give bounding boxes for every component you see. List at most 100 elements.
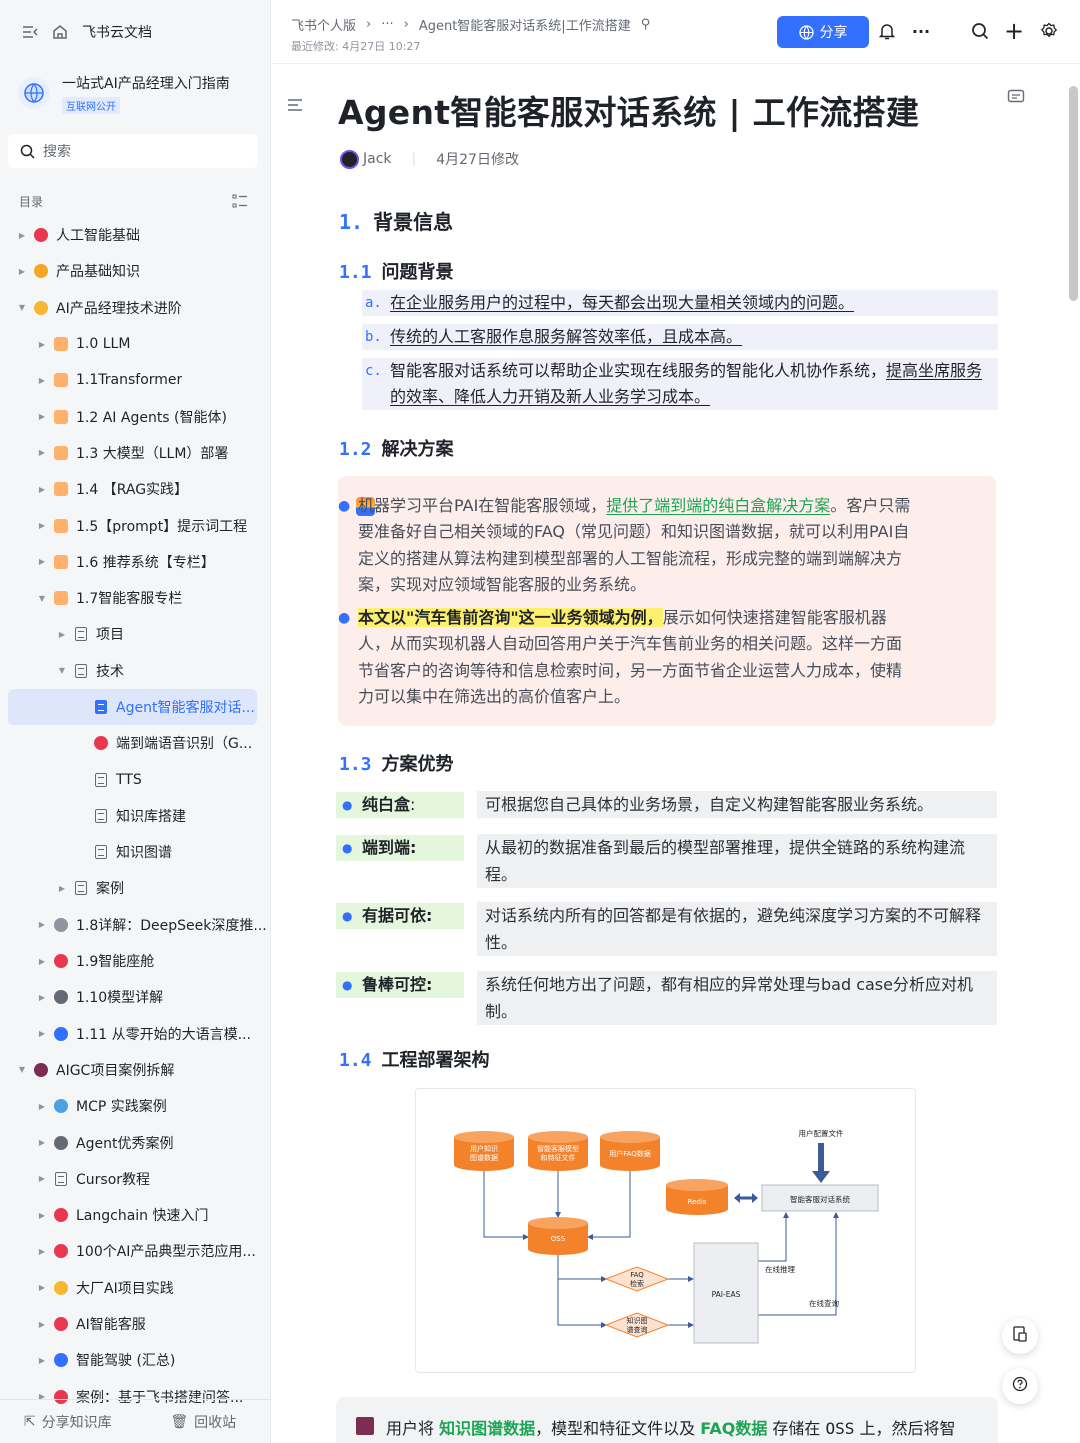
architecture-diagram[interactable]: 用户知识 图谱数据 智能客服模型 和特征文件 用户FAQ数据 Redis OSS 用… (415, 1088, 916, 1373)
chevron-right-icon[interactable]: ▶ (56, 884, 68, 893)
sidebar-item[interactable]: ▼ 技术 (0, 653, 270, 689)
chevron-right-icon[interactable]: ▶ (36, 920, 48, 929)
sidebar-item[interactable]: ▼ AIGC项目案例拆解 (0, 1052, 270, 1088)
search-icon[interactable] (969, 20, 991, 42)
add-icon[interactable]: + (1003, 17, 1025, 45)
sidebar-item[interactable]: ▶ 100个AI产品典型示范应用... (0, 1233, 270, 1269)
chevron-right-icon[interactable]: ▶ (36, 412, 48, 421)
share-button[interactable]: 分享 (777, 16, 869, 48)
author-name[interactable]: Jack (363, 151, 392, 167)
chevron-right-icon[interactable]: ▶ (36, 1211, 48, 1220)
sidebar-item[interactable]: TTS (0, 761, 270, 797)
more-icon[interactable]: ··· (910, 20, 932, 42)
sidebar-item[interactable]: 知识图谱 (0, 834, 270, 870)
topbar: 飞书个人版 › ··· › Agent智能客服对话系统|工作流搭建 ⚲ 最近修改… (272, 0, 1080, 64)
comment-icon[interactable] (1007, 89, 1025, 109)
sidebar-item[interactable]: ▼ AI产品经理技术进阶 (0, 290, 270, 326)
scrollbar[interactable] (1066, 70, 1078, 1440)
sidebar-item[interactable]: Agent智能客服对话... (8, 688, 257, 726)
chevron-right-icon[interactable]: ▶ (36, 340, 48, 349)
sidebar-item[interactable]: ▶ 产品基础知识 (0, 253, 270, 289)
main-area: 飞书个人版 › ··· › Agent智能客服对话系统|工作流搭建 ⚲ 最近修改… (272, 0, 1080, 1443)
breadcrumb-current[interactable]: Agent智能客服对话系统|工作流搭建 (419, 15, 631, 34)
chevron-right-icon[interactable]: ▶ (36, 521, 48, 530)
doc-info-button[interactable] (1002, 1318, 1038, 1354)
solution-link[interactable]: 提供了端到端的纯白盒解决方案 (606, 496, 830, 515)
sidebar-item[interactable]: ▶ 大厂AI项目实践 (0, 1270, 270, 1306)
sidebar-item[interactable]: ▶ 1.10模型详解 (0, 979, 270, 1015)
sidebar-item[interactable]: ▶ Cursor教程 (0, 1161, 270, 1197)
list-item: b. 传统的人工客服作息服务解答效率低，且成本高。 (362, 324, 998, 350)
doc-icon (92, 772, 110, 788)
outline-icon[interactable] (287, 97, 303, 116)
chevron-right-icon[interactable]: ▶ (16, 231, 28, 240)
chevron-right-icon[interactable]: ▶ (36, 1356, 48, 1365)
search-input[interactable]: 搜索 (8, 134, 258, 168)
chevron-right-icon[interactable]: ▶ (36, 1283, 48, 1292)
advantage-value: 可根据您自己具体的业务场景，自定义构建智能客服业务系统。 (477, 791, 997, 818)
chevron-right-icon[interactable]: ▶ (36, 993, 48, 1002)
app-title[interactable]: 飞书云文档 (82, 22, 152, 42)
sidebar-item[interactable]: ▶ 1.9智能座舱 (0, 943, 270, 979)
sidebar-item-label: 案例 (96, 881, 124, 898)
sidebar-item[interactable]: ▶ 智能驾驶 (汇总) (0, 1342, 270, 1378)
sidebar-item[interactable]: 端到端语音识别（G... (0, 725, 270, 761)
chevron-right-icon[interactable]: ▶ (36, 1320, 48, 1329)
sidebar-item[interactable]: ▶ 1.5【prompt】提示词工程 (0, 507, 270, 543)
bell-icon[interactable] (876, 20, 898, 42)
chevron-right-icon[interactable]: ▶ (36, 1029, 48, 1038)
chevron-right-icon[interactable]: ▶ (36, 957, 48, 966)
trash-button[interactable]: 🗑 回收站 (136, 1412, 272, 1432)
chevron-down-icon[interactable]: ▼ (56, 666, 68, 675)
sidebar-item[interactable]: ▶ 1.4 【RAG实践】 (0, 471, 270, 507)
breadcrumb-root[interactable]: 飞书个人版 (291, 15, 356, 34)
chevron-down-icon[interactable]: ▼ (16, 303, 28, 312)
pin-icon[interactable]: ⚲ (641, 17, 651, 32)
help-button[interactable] (1002, 1368, 1038, 1404)
square-icon (52, 518, 70, 534)
sidebar-item[interactable]: ▶ 1.2 AI Agents (智能体) (0, 398, 270, 434)
tools-icon (52, 989, 70, 1005)
sidebar-item[interactable]: ▶ 项目 (0, 616, 270, 652)
sidebar-item[interactable]: ▶ 1.6 推荐系统【专栏】 (0, 544, 270, 580)
sidebar-item[interactable]: ▶ 人工智能基础 (0, 217, 270, 253)
chevron-down-icon[interactable]: ▼ (16, 1065, 28, 1074)
breadcrumb-more[interactable]: ··· (381, 17, 393, 32)
chevron-right-icon[interactable]: ▶ (36, 1174, 48, 1183)
sidebar-item[interactable]: ▶ Langchain 快速入门 (0, 1197, 270, 1233)
sidebar-item[interactable]: ▶ 案例 (0, 870, 270, 906)
sidebar-item[interactable]: ▶ 1.11 从零开始的大语言模... (0, 1016, 270, 1052)
sidebar-item[interactable]: ▶ 1.8详解：DeepSeek深度推... (0, 907, 270, 943)
gear-icon[interactable] (1038, 20, 1060, 42)
chevron-right-icon[interactable]: ▶ (16, 267, 28, 276)
svg-text:和特征文件: 和特征文件 (541, 1153, 576, 1162)
sidebar-item[interactable]: 知识库搭建 (0, 798, 270, 834)
sidebar-item[interactable]: ▶ MCP 实践案例 (0, 1088, 270, 1124)
ufo-icon (52, 1098, 70, 1114)
sidebar-item[interactable]: ▶ 1.0 LLM (0, 326, 270, 362)
emoji-face (32, 227, 50, 243)
sidebar-item[interactable]: ▼ 1.7智能客服专栏 (0, 580, 270, 616)
avatar[interactable] (340, 149, 359, 169)
sidebar-item[interactable]: ▶ Agent优秀案例 (0, 1124, 270, 1160)
chevron-right-icon[interactable]: ▶ (36, 1138, 48, 1147)
chevron-right-icon[interactable]: ▶ (36, 557, 48, 566)
sidebar-item-label: 端到端语音识别（G... (116, 736, 253, 753)
share-kb-button[interactable]: ⇱ 分享知识库 (0, 1412, 136, 1432)
chevron-right-icon[interactable]: ▶ (56, 630, 68, 639)
chevron-right-icon[interactable]: ▶ (36, 1247, 48, 1256)
chevron-right-icon[interactable]: ▶ (36, 1102, 48, 1111)
chevron-right-icon[interactable]: ▶ (36, 448, 48, 457)
sidebar-item[interactable]: ▶ AI智能客服 (0, 1306, 270, 1342)
scrollbar-thumb[interactable] (1069, 86, 1078, 301)
list-view-icon[interactable] (232, 194, 248, 208)
chevron-right-icon[interactable]: ▶ (36, 376, 48, 385)
chevron-down-icon[interactable]: ▼ (36, 594, 48, 603)
sidebar-item[interactable]: ▶ 1.1Transformer (0, 362, 270, 398)
space-header[interactable]: 一站式AI产品经理入门指南 互联网公开 (0, 64, 270, 122)
chevron-right-icon[interactable]: ▶ (36, 485, 48, 494)
sidebar-item-label: 知识图谱 (116, 845, 172, 862)
collapse-sidebar-icon[interactable] (22, 25, 38, 39)
sidebar-item[interactable]: ▶ 1.3 大模型（LLM）部署 (0, 435, 270, 471)
home-icon[interactable] (52, 24, 68, 40)
